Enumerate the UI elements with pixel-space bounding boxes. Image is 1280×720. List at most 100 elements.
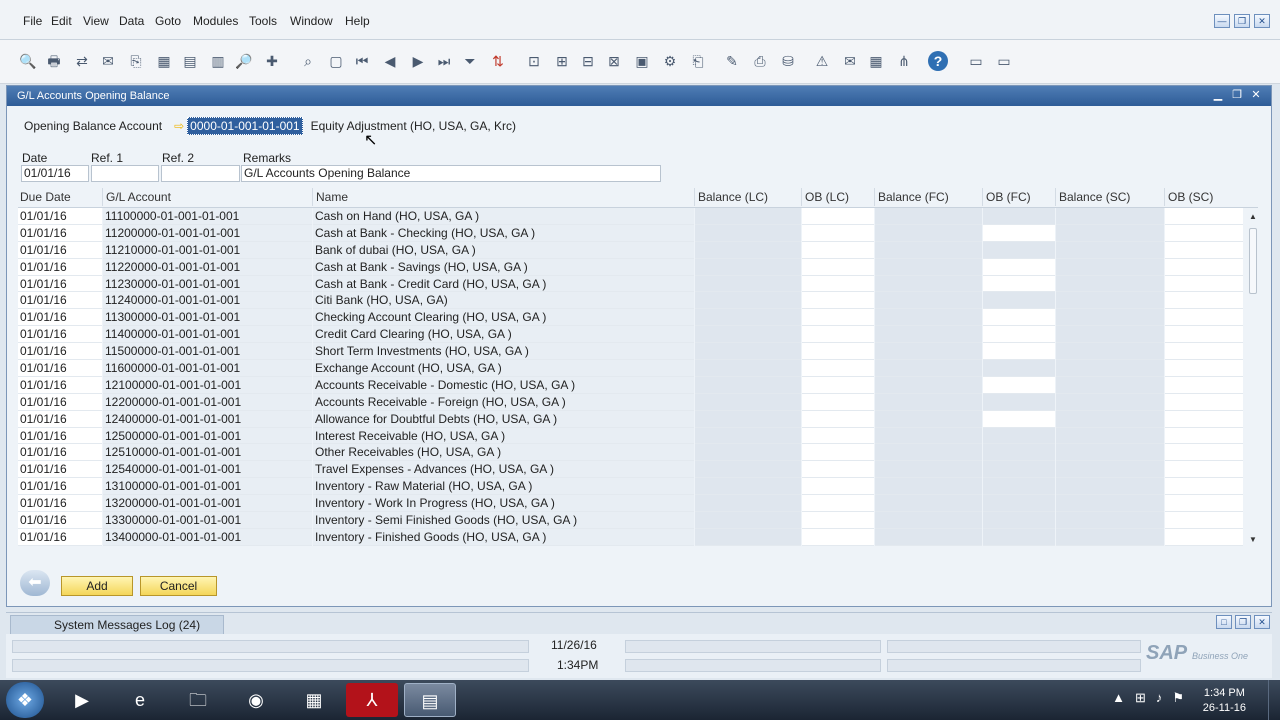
ob-lc-cell[interactable] [802, 495, 874, 513]
table-row[interactable]: 01/01/16 13100000-01-001-01-001 Inventory … [18, 478, 1258, 496]
table-row[interactable]: 01/01/16 11100000-01-001-01-001 Cash on Ha… [18, 208, 1258, 225]
menu-edit[interactable]: Edit [50, 12, 78, 30]
internet-explorer-icon[interactable]: e [114, 683, 166, 717]
target-doc-icon[interactable]: ⊞ [552, 51, 572, 71]
ob-lc-cell[interactable] [802, 528, 874, 546]
layout-icon[interactable]: ⎙ [750, 51, 770, 71]
table-row[interactable]: 01/01/16 11210000-01-001-01-001 Bank of du… [18, 241, 1258, 259]
menu-view[interactable]: View [82, 12, 115, 30]
find-icon[interactable]: 🔎 [234, 51, 254, 71]
sap-business-one-taskbar-icon[interactable]: ▤ [404, 683, 456, 717]
table-row[interactable]: 01/01/16 12540000-01-001-01-001 Travel Exp… [18, 461, 1258, 479]
ob-fc-cell[interactable] [983, 410, 1055, 428]
table-row[interactable]: 01/01/16 12200000-01-001-01-001 Accounts R… [18, 393, 1258, 411]
restore-icon[interactable]: ❐ [1234, 14, 1250, 28]
blank-icon[interactable]: ▢ [326, 51, 346, 71]
table-row[interactable]: 01/01/16 13200000-01-001-01-001 Inventory … [18, 495, 1258, 513]
table-row[interactable]: 01/01/16 11500000-01-001-01-001 Short Term… [18, 343, 1258, 361]
ob-sc-cell[interactable] [1165, 512, 1243, 529]
column-separator[interactable] [801, 188, 802, 206]
edit-icon[interactable]: ✎ [722, 51, 742, 71]
table-row[interactable]: 01/01/16 12510000-01-001-01-001 Other Rece… [18, 444, 1258, 462]
payment-icon[interactable]: ⊠ [604, 51, 624, 71]
tray-volume-icon[interactable]: ♪ [1156, 690, 1163, 706]
ob-sc-cell[interactable] [1165, 224, 1243, 242]
ob-lc-cell[interactable] [802, 461, 874, 479]
minimize-icon[interactable]: — [1214, 14, 1230, 28]
ob-lc-cell[interactable] [802, 512, 874, 529]
gross-profit-icon[interactable]: ▣ [632, 51, 652, 71]
firefox-icon[interactable]: ◉ [230, 683, 282, 717]
ob-lc-cell[interactable] [802, 393, 874, 411]
menu-data[interactable]: Data [118, 12, 150, 30]
menu-tools[interactable]: Tools [248, 12, 283, 30]
table-row[interactable]: 01/01/16 13400000-01-001-01-001 Inventory … [18, 528, 1258, 546]
ob-lc-cell[interactable] [802, 478, 874, 496]
back-arrow-icon[interactable]: ⬅ [20, 570, 50, 596]
table-row[interactable]: 01/01/16 11400000-01-001-01-001 Credit Car… [18, 326, 1258, 344]
table-row[interactable]: 01/01/16 12100000-01-001-01-001 Accounts R… [18, 376, 1258, 394]
last-record-icon[interactable]: ⏭ [434, 51, 454, 71]
show-desktop-button[interactable] [1268, 680, 1280, 720]
ob-sc-cell[interactable] [1165, 528, 1243, 546]
trans-journal-icon[interactable]: ⊟ [578, 51, 598, 71]
ob-sc-cell[interactable] [1165, 427, 1243, 445]
ob-lc-cell[interactable] [802, 343, 874, 361]
column-header[interactable]: Balance (LC) [698, 190, 768, 204]
ob-sc-cell[interactable] [1165, 478, 1243, 496]
pdf-icon[interactable]: ▥ [208, 51, 228, 71]
table-row[interactable]: 01/01/16 11230000-01-001-01-001 Cash at Ba… [18, 275, 1258, 293]
ref1-field[interactable] [91, 165, 159, 182]
media-player-icon[interactable]: ▶ [56, 683, 108, 717]
ob-sc-cell[interactable] [1165, 360, 1243, 377]
mail-icon[interactable]: ✉ [98, 51, 118, 71]
export-icon[interactable]: ⇄ [72, 51, 92, 71]
excel-icon[interactable]: ▦ [154, 51, 174, 71]
column-header[interactable]: Balance (SC) [1059, 190, 1130, 204]
ob-lc-cell[interactable] [802, 309, 874, 327]
table-row[interactable]: 01/01/16 11300000-01-001-01-001 Checking A… [18, 309, 1258, 327]
column-header[interactable]: G/L Account [106, 190, 171, 204]
ob-sc-cell[interactable] [1165, 309, 1243, 327]
ob-sc-cell[interactable] [1165, 444, 1243, 462]
binoculars-icon[interactable]: ⌕ [298, 51, 318, 71]
log-minimize-icon[interactable]: □ [1216, 615, 1232, 629]
start-button-icon[interactable]: ❖ [6, 682, 44, 718]
grid-scrollbar[interactable]: ▲ ▼ [1248, 208, 1258, 548]
ob-sc-cell[interactable] [1165, 292, 1243, 310]
ob-fc-cell[interactable] [983, 376, 1055, 394]
ob-sc-cell[interactable] [1165, 343, 1243, 361]
file-explorer-icon[interactable]: 🗀 [172, 683, 224, 717]
ob-lc-cell[interactable] [802, 360, 874, 377]
ob-lc-cell[interactable] [802, 427, 874, 445]
base-doc-icon[interactable]: ⊡ [524, 51, 544, 71]
ob-sc-cell[interactable] [1165, 241, 1243, 259]
ob-sc-cell[interactable] [1165, 461, 1243, 479]
ob-sc-cell[interactable] [1165, 208, 1243, 225]
add-icon[interactable]: ✚ [262, 51, 282, 71]
opening-balance-account-input[interactable]: 0000-01-001-01-001 [187, 117, 303, 135]
taskbar-clock[interactable]: 1:34 PM 26-11-16 [1203, 686, 1246, 716]
ob-fc-cell[interactable] [983, 224, 1055, 242]
message-icon[interactable]: ✉ [840, 51, 860, 71]
system-messages-log-tab[interactable]: System Messages Log (24) [10, 615, 224, 635]
word-icon[interactable]: ▤ [180, 51, 200, 71]
column-separator[interactable] [982, 188, 983, 206]
ob-sc-cell[interactable] [1165, 495, 1243, 513]
window-minimize-icon[interactable]: ▁ [1211, 89, 1225, 102]
scroll-up-icon[interactable]: ▲ [1248, 212, 1258, 221]
ob-lc-cell[interactable] [802, 224, 874, 242]
add-button[interactable]: Add [61, 576, 133, 596]
scroll-down-icon[interactable]: ▼ [1248, 535, 1258, 544]
menu-goto[interactable]: Goto [154, 12, 187, 30]
menu-file[interactable]: File [22, 12, 48, 30]
prev-record-icon[interactable]: ◀ [380, 51, 400, 71]
table-row[interactable]: 01/01/16 11220000-01-001-01-001 Cash at Ba… [18, 258, 1258, 276]
ob-lc-cell[interactable] [802, 275, 874, 293]
doc1-icon[interactable]: ▭ [966, 51, 986, 71]
first-record-icon[interactable]: ⏮ [352, 51, 372, 71]
menu-modules[interactable]: Modules [192, 12, 244, 30]
ob-fc-cell[interactable] [983, 275, 1055, 293]
org-icon[interactable]: ⋔ [894, 51, 914, 71]
print-icon[interactable]: 🖶 [44, 51, 64, 71]
